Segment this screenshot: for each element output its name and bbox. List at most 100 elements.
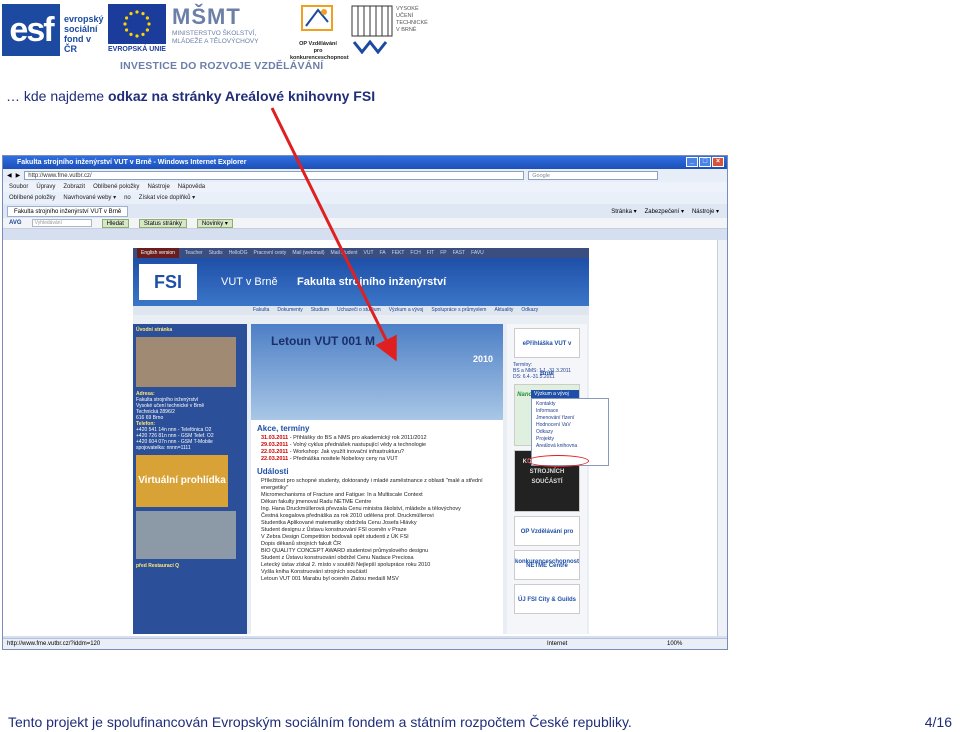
- dropdown-item[interactable]: Informace: [536, 408, 604, 415]
- dropdown-item[interactable]: Hodnocení VaV: [536, 422, 604, 429]
- plane-banner[interactable]: Letoun VUT 001 M 2010: [251, 324, 503, 420]
- dropdown-heading[interactable]: Výzkum a vývoj: [531, 390, 579, 398]
- url-input[interactable]: http://www.fme.vutbr.cz/: [24, 171, 525, 180]
- news-item[interactable]: 22.03.2011 - Přednáška nositele Nobelovy…: [261, 456, 503, 463]
- op-banner[interactable]: OP Vzdělávání pro konkurenceschopnost: [514, 516, 580, 565]
- top-link[interactable]: FIT: [427, 248, 435, 258]
- event-item[interactable]: Příležitost pro schopné studenty, doktor…: [261, 478, 503, 492]
- status-url: http://www.fme.vutbr.cz/?iddm=120: [7, 641, 101, 647]
- news-text: - Workshop: Jak využít inovační infrastr…: [288, 449, 404, 455]
- top-link[interactable]: FAST: [453, 248, 466, 258]
- tool-tools[interactable]: Nástroje ▾: [692, 208, 719, 215]
- event-item[interactable]: Dopis děkanů strojních fakult ČR: [261, 541, 503, 548]
- library-highlight-ellipse: [527, 455, 589, 467]
- dropdown-item[interactable]: Kontakty: [536, 401, 604, 408]
- news-date: 22.03.2011: [261, 456, 289, 462]
- back-icon[interactable]: ◀: [7, 172, 12, 179]
- avg-logo: AVG: [9, 219, 22, 226]
- top-link[interactable]: Teacher: [185, 248, 203, 258]
- minimize-icon[interactable]: _: [686, 157, 698, 167]
- city-guilds-banner[interactable]: ÚJ FSI City & Guilds: [514, 584, 580, 614]
- top-link[interactable]: FA: [380, 248, 386, 258]
- event-item[interactable]: Vyšla kniha Konstruování strojních součá…: [261, 569, 503, 576]
- dropdown-item[interactable]: Projekty: [536, 436, 604, 443]
- dropdown-item[interactable]: Jmenování řízení: [536, 415, 604, 422]
- event-item[interactable]: Student z Ústavu konstruování obdržel Ce…: [261, 555, 503, 562]
- top-link[interactable]: HelloDG: [229, 248, 248, 258]
- top-link[interactable]: Mail (webmail): [292, 248, 324, 258]
- avg-search-button[interactable]: Hledat: [101, 218, 129, 228]
- vertical-scrollbar[interactable]: [717, 240, 727, 636]
- esf-mark: esf: [2, 4, 60, 56]
- site-menu-item[interactable]: Uchazeči o studium: [337, 306, 381, 315]
- top-link[interactable]: FCH: [410, 248, 420, 258]
- event-item[interactable]: V Zebra Design Competition bodovali opět…: [261, 534, 503, 541]
- menu-item[interactable]: Úpravy: [36, 182, 55, 192]
- esf-logo: esf evropský sociální fond v ČR: [2, 4, 104, 56]
- event-item[interactable]: Ing. Hana Druckmüllerová převzala Cenu m…: [261, 506, 503, 513]
- top-link[interactable]: Studis: [209, 248, 223, 258]
- status-zoom[interactable]: 100%: [667, 639, 727, 649]
- top-link[interactable]: FP: [440, 248, 446, 258]
- search-input[interactable]: Google: [528, 171, 659, 180]
- esf-text-line: fond v ČR: [64, 34, 91, 54]
- avg-status-button[interactable]: Status stránky: [138, 218, 187, 228]
- event-item[interactable]: Studentka Aplikované matematiky obdržela…: [261, 520, 503, 527]
- favorites-bar: Oblíbené položky Navrhované weby ▾ no Zí…: [3, 192, 727, 204]
- event-item[interactable]: BIO QUALITY CONCEPT AWARD studentovi prů…: [261, 548, 503, 555]
- site-menu-item[interactable]: Odkazy: [521, 306, 538, 315]
- site-menu-item[interactable]: Aktuality: [494, 306, 513, 315]
- site-left-column: Úvodní stránka Adresa: Fakulta strojního…: [133, 324, 247, 634]
- forward-icon[interactable]: ▶: [16, 172, 21, 179]
- event-item[interactable]: Letecký ústav získal 2. místo v soutěži …: [261, 562, 503, 569]
- close-icon[interactable]: ×: [712, 157, 724, 167]
- tool-security[interactable]: Zabezpečení ▾: [645, 208, 684, 215]
- favorites-item[interactable]: no: [124, 192, 131, 204]
- avg-news-button[interactable]: Novinky ▾: [196, 218, 233, 228]
- event-item[interactable]: Děkan fakulty jmenoval Radu NETME Centre: [261, 499, 503, 506]
- fsi-logo[interactable]: FSI: [139, 264, 197, 300]
- news-item[interactable]: 22.03.2011 - Workshop: Jak využít inovač…: [261, 449, 503, 456]
- site-menu-item[interactable]: Studium: [311, 306, 329, 315]
- top-link[interactable]: English version: [137, 248, 179, 258]
- dropdown-item[interactable]: Odkazy: [536, 429, 604, 436]
- news-item[interactable]: 29.03.2011 - Volný cyklus přednášek nast…: [261, 442, 503, 449]
- site-menu-item[interactable]: Výzkum a vývoj: [389, 306, 424, 315]
- event-item[interactable]: Čestná kosgalova přednáška za rok 2010 u…: [261, 513, 503, 520]
- event-item[interactable]: Micromechanisms of Fracture and Fatigue:…: [261, 492, 503, 499]
- favorites-item[interactable]: Oblíbené položky: [9, 192, 55, 204]
- top-link[interactable]: VUT: [364, 248, 374, 258]
- news-date: 29.03.2011: [261, 442, 289, 448]
- favorites-item[interactable]: Získat více doplňků ▾: [139, 192, 195, 204]
- menu-item[interactable]: Soubor: [9, 182, 28, 192]
- vut-emblem-icon: [351, 5, 393, 55]
- tab-fsi[interactable]: Fakulta strojního inženýrství VUT v Brně: [7, 205, 129, 217]
- maximize-icon[interactable]: □: [699, 157, 711, 167]
- eprihlaska-banner[interactable]: ePřihláška VUT v Brně: [514, 328, 580, 377]
- restaurant-photo: [136, 511, 236, 559]
- news-item[interactable]: 31.03.2011 - Přihlášky do BS a NMS pro a…: [261, 435, 503, 442]
- virtual-tour-banner[interactable]: Virtuální prohlídka: [136, 455, 228, 507]
- footer-text: Tento projekt je spolufinancován Evropsk…: [8, 714, 632, 730]
- menu-item[interactable]: Nástroje: [147, 182, 169, 192]
- restaurant-link[interactable]: před Restaurací Q: [136, 563, 244, 569]
- menu-item[interactable]: Nápověda: [178, 182, 205, 192]
- tool-page[interactable]: Stránka ▾: [611, 208, 636, 215]
- vut-text-line: UČENÍ: [396, 13, 414, 19]
- event-item[interactable]: Letoun VUT 001 Marabu byl oceněn Zlatou …: [261, 576, 503, 583]
- op-logo: OP Vzdělávání pro konkurenceschopnost: [290, 4, 349, 61]
- site-menu-item[interactable]: Spolupráce s průmyslem: [431, 306, 486, 315]
- msmt-mark: MŠMT: [172, 4, 241, 29]
- avg-search-input[interactable]: Vyhledávání: [31, 219, 92, 227]
- menu-item[interactable]: Oblíbené položky: [93, 182, 139, 192]
- dropdown-item-library[interactable]: Areálová knihovna: [536, 443, 604, 450]
- home-link[interactable]: Úvodní stránka: [136, 327, 244, 333]
- top-link[interactable]: Pracovní cesty: [254, 248, 287, 258]
- browser-title: Fakulta strojního inženýrství VUT v Brně…: [17, 159, 247, 166]
- top-link[interactable]: Mail student: [331, 248, 358, 258]
- menu-item[interactable]: Zobrazit: [63, 182, 85, 192]
- favorites-item[interactable]: Navrhované weby ▾: [63, 192, 116, 204]
- top-link[interactable]: FEKT: [392, 248, 405, 258]
- event-item[interactable]: Student designu z Ústavu konstruování FS…: [261, 527, 503, 534]
- top-link[interactable]: FAVU: [471, 248, 484, 258]
